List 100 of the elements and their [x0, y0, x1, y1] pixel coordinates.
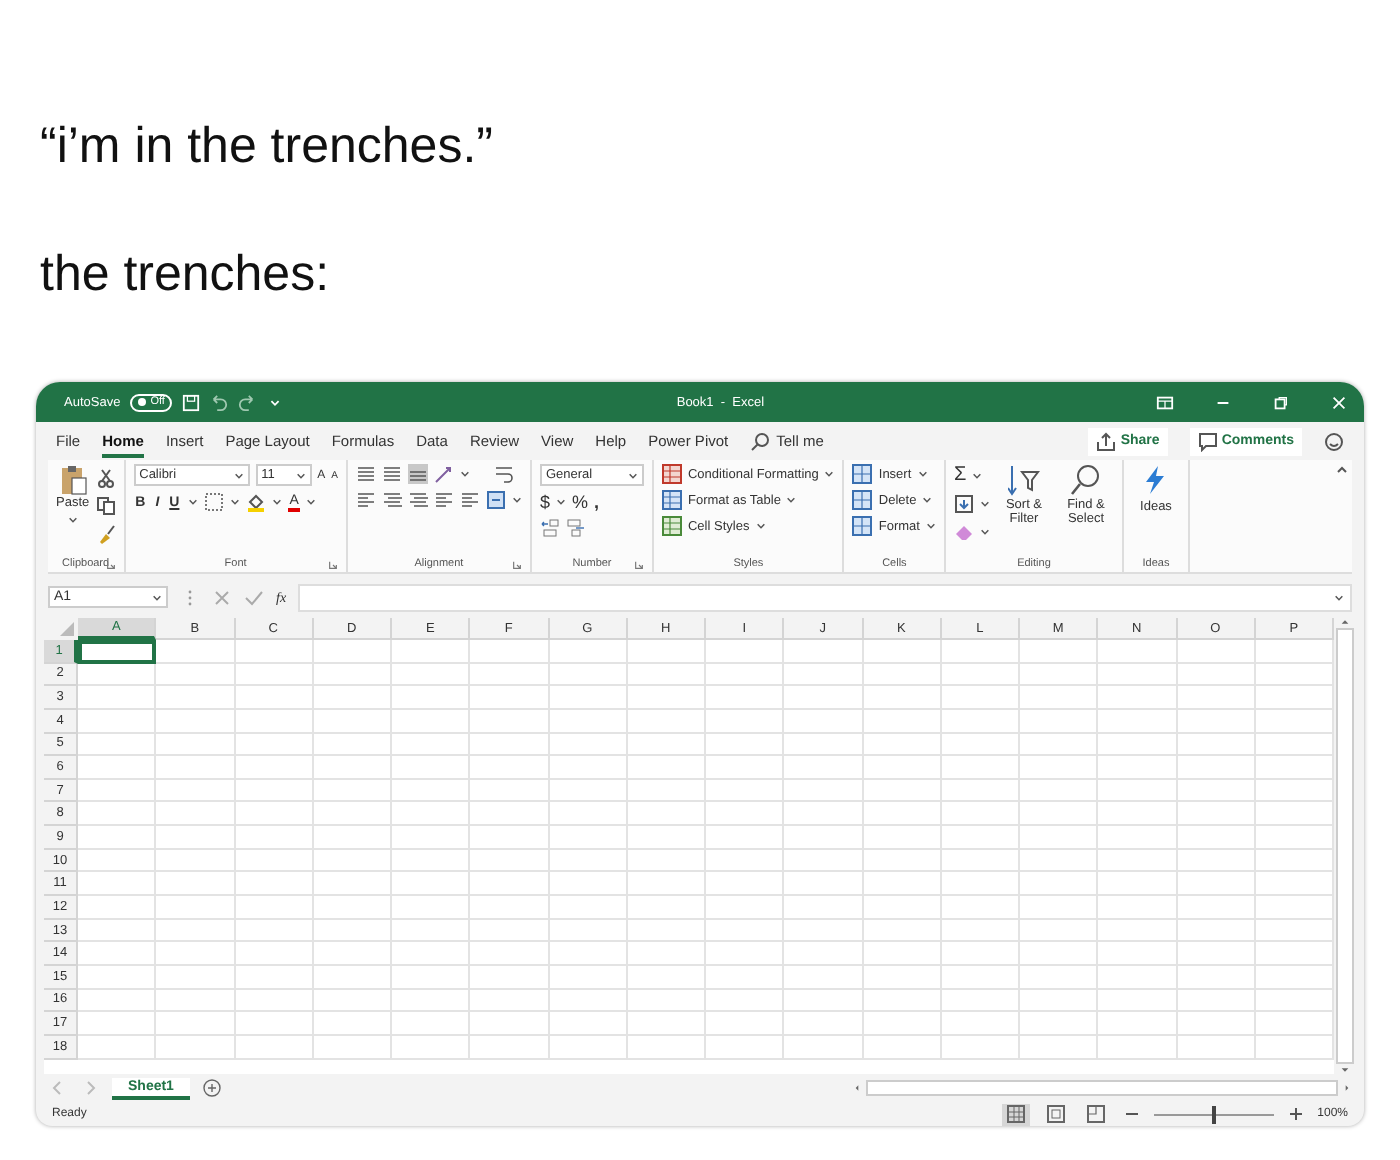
grid-cell[interactable]	[78, 826, 157, 850]
grid-cell[interactable]	[313, 942, 392, 966]
grid-cell[interactable]	[78, 896, 157, 920]
grid-cell[interactable]	[313, 686, 392, 710]
grid-cell[interactable]	[1177, 919, 1256, 943]
grid-cell[interactable]	[235, 919, 314, 943]
grid-cell[interactable]	[706, 802, 785, 827]
grid-cell[interactable]	[470, 686, 549, 710]
grid-cell[interactable]	[941, 1035, 1020, 1060]
grid-cell[interactable]	[78, 849, 157, 873]
grid-cell[interactable]	[706, 756, 785, 780]
grid-cell[interactable]	[784, 686, 863, 710]
grid-cell[interactable]	[863, 779, 942, 803]
grid-cell[interactable]	[863, 1012, 942, 1036]
dialog-launcher-icon[interactable]	[327, 560, 338, 570]
grid-cell[interactable]	[313, 872, 392, 897]
grid-cell[interactable]	[784, 919, 863, 943]
grid-cell[interactable]	[235, 872, 314, 897]
grid-cell[interactable]	[156, 965, 235, 990]
grid-cell[interactable]	[941, 919, 1020, 943]
align-middle-icon[interactable]	[381, 464, 402, 484]
grid-cell[interactable]	[627, 1035, 706, 1060]
fill-down-icon[interactable]	[953, 494, 974, 514]
grid-cell[interactable]	[1177, 686, 1256, 710]
grid-cell[interactable]	[706, 1035, 785, 1060]
grid-cell[interactable]	[156, 989, 235, 1013]
grid-cell[interactable]	[706, 896, 785, 920]
grid-cell[interactable]	[470, 1012, 549, 1036]
grid-cell[interactable]	[78, 686, 157, 710]
smiley-icon[interactable]	[1324, 431, 1344, 451]
grid-cell[interactable]	[1098, 640, 1177, 664]
grid-cell[interactable]	[706, 733, 785, 757]
grid-cell[interactable]	[78, 756, 157, 780]
grid-cell[interactable]	[313, 849, 392, 873]
grid-cell[interactable]	[470, 709, 549, 734]
grid-cell[interactable]	[156, 663, 235, 687]
grid-cell[interactable]	[549, 826, 628, 850]
enter-icon[interactable]	[244, 587, 264, 607]
grid-cell[interactable]	[941, 989, 1020, 1013]
grid-cell[interactable]	[392, 872, 471, 897]
slider-thumb[interactable]	[1211, 1105, 1216, 1123]
grid-cell[interactable]	[392, 896, 471, 920]
grid-cell[interactable]	[941, 779, 1020, 803]
grid-cell[interactable]	[627, 709, 706, 734]
grid-cell[interactable]	[1098, 896, 1177, 920]
grid-cell[interactable]	[1020, 640, 1099, 664]
eraser-icon[interactable]	[953, 522, 974, 542]
grid-cell[interactable]	[392, 826, 471, 850]
grid-cell[interactable]	[78, 733, 157, 757]
grid-cell[interactable]	[392, 849, 471, 873]
grid-cell[interactable]	[706, 989, 785, 1013]
add-sheet-icon[interactable]	[201, 1078, 222, 1098]
increase-indent-icon[interactable]	[459, 490, 480, 510]
grid-cell[interactable]	[863, 802, 942, 827]
grid-cell[interactable]	[549, 989, 628, 1013]
grid-cell[interactable]	[549, 872, 628, 897]
grid-cell[interactable]	[1020, 919, 1099, 943]
grid-cell[interactable]	[1020, 849, 1099, 873]
grid-cell[interactable]	[627, 686, 706, 710]
grid-cell[interactable]	[706, 663, 785, 687]
grid-cell[interactable]	[1177, 872, 1256, 897]
grid-cell[interactable]	[627, 849, 706, 873]
selected-cell[interactable]	[78, 640, 157, 664]
grid-cell[interactable]	[1020, 826, 1099, 850]
grid-cell[interactable]	[549, 733, 628, 757]
grid-cell[interactable]	[235, 896, 314, 920]
grid-cell[interactable]	[706, 686, 785, 710]
grid-cell[interactable]	[1177, 965, 1256, 990]
grid-cell[interactable]	[313, 709, 392, 734]
grid-cell[interactable]	[392, 709, 471, 734]
restore-icon[interactable]	[1272, 393, 1290, 411]
grid-cell[interactable]	[313, 779, 392, 803]
grid-cell[interactable]	[1020, 896, 1099, 920]
grid-cell[interactable]	[235, 756, 314, 780]
grid-cell[interactable]	[706, 942, 785, 966]
grid-cell[interactable]	[470, 1035, 549, 1060]
grid-cell[interactable]	[470, 640, 549, 664]
grid-cell[interactable]	[78, 872, 157, 897]
grid-cell[interactable]	[235, 802, 314, 827]
grid-cell[interactable]	[1098, 942, 1177, 966]
grid-cell[interactable]	[470, 989, 549, 1013]
grid-cell[interactable]	[627, 942, 706, 966]
grid-cell[interactable]	[706, 709, 785, 734]
grid-cell[interactable]	[941, 849, 1020, 873]
save-icon[interactable]	[182, 393, 201, 411]
grid-cell[interactable]	[784, 756, 863, 780]
grid-cell[interactable]	[313, 1035, 392, 1060]
decrease-indent-icon[interactable]	[433, 490, 454, 510]
grid-cell[interactable]	[941, 965, 1020, 990]
grid-cell[interactable]	[1177, 1012, 1256, 1036]
grid-cell[interactable]	[863, 872, 942, 897]
grid-cell[interactable]	[1020, 686, 1099, 710]
grid-cell[interactable]	[784, 779, 863, 803]
grid-cell[interactable]	[549, 849, 628, 873]
grid-cell[interactable]	[235, 779, 314, 803]
grid-cell[interactable]	[863, 826, 942, 850]
grid-cell[interactable]	[78, 942, 157, 966]
grid-cell[interactable]	[1177, 849, 1256, 873]
grid-cell[interactable]	[627, 965, 706, 990]
grid-cell[interactable]	[156, 756, 235, 780]
